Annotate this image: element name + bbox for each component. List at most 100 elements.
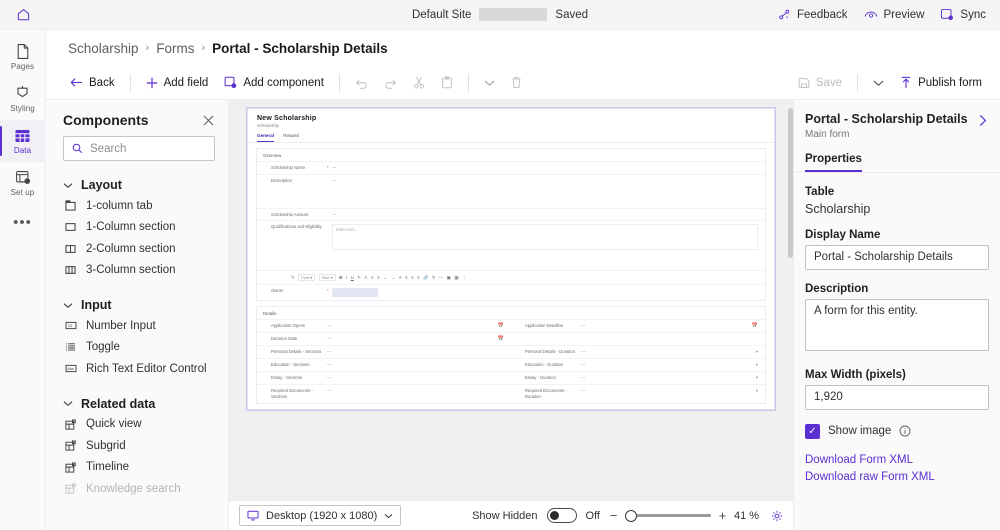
rte-bullet-list-icon[interactable]: ≡ (371, 275, 374, 280)
group-header-related-data[interactable]: Related data (46, 394, 228, 414)
group-header-layout[interactable]: Layout (46, 175, 228, 195)
form-field-required-documents-duration[interactable]: Required Documents - Duration --- ▾ (511, 388, 765, 399)
chevron-down-icon[interactable]: ▾ (756, 349, 758, 355)
component-1-column-tab[interactable]: 1-column tab (46, 195, 228, 217)
chevron-down-icon[interactable]: ▾ (756, 388, 758, 394)
form-field-row[interactable]: Description --- (257, 174, 765, 208)
sidebar-item-styling[interactable]: Styling (0, 78, 46, 120)
component-3-column-section[interactable]: 3-Column section (46, 260, 228, 282)
feedback-button[interactable]: Feedback (778, 8, 848, 21)
add-component-button[interactable]: Add component (216, 70, 332, 96)
rte-size-dropdown[interactable]: Size ▾ (319, 274, 336, 281)
form-field-scholarship-name[interactable]: Scholarship Name * --- (257, 165, 765, 171)
rich-text-area[interactable]: Enter text... (332, 224, 758, 250)
chevron-down-icon[interactable]: ▾ (756, 375, 758, 381)
rte-image-icon[interactable]: ▣ (447, 275, 451, 281)
rte-indent-icon[interactable]: → (391, 275, 395, 280)
component-1-column-section[interactable]: 1-Column section (46, 217, 228, 239)
form-field-personal-details-duration[interactable]: Personal Details - Duration --- ▾ (511, 349, 765, 355)
chevron-down-icon[interactable]: ▾ (756, 362, 758, 368)
form-field-essay-duration[interactable]: Essay - Duration --- ▾ (511, 375, 765, 381)
form-tab-related[interactable]: Related (283, 133, 299, 142)
save-menu-button[interactable] (865, 70, 892, 96)
calendar-icon[interactable]: 📅 (752, 323, 758, 329)
add-field-button[interactable]: Add field (138, 70, 217, 96)
rte-more-icon[interactable]: ⋮ (462, 275, 466, 281)
home-button[interactable] (0, 0, 46, 30)
zoom-slider[interactable] (625, 509, 711, 523)
max-width-input[interactable] (805, 385, 989, 410)
form-field-decision-date[interactable]: Decision Date --- 📅 (257, 336, 511, 342)
form-field-row[interactable]: Scholarship Name * --- (257, 161, 765, 174)
zoom-slider-thumb[interactable] (625, 510, 637, 522)
rte-link-icon[interactable]: 🔗 (423, 275, 428, 281)
device-size-select[interactable]: Desktop (1920 x 1080) (239, 505, 401, 526)
form-field-education-duration[interactable]: Education - Duration --- ▾ (511, 362, 765, 368)
zoom-in-button[interactable]: + (718, 509, 727, 522)
form-field-row[interactable]: Education - Sections --- Education - Dur… (257, 358, 765, 371)
fit-to-screen-icon[interactable] (771, 510, 783, 522)
component-number-input[interactable]: 12 Number Input (46, 315, 228, 337)
show-image-checkbox[interactable]: ✓ (805, 424, 820, 439)
component-rich-text-editor[interactable]: Abc Rich Text Editor Control (46, 358, 228, 380)
form-field-row[interactable]: Qualifications and Eligibility Enter tex… (257, 220, 765, 270)
component-2-column-section[interactable]: 2-Column section (46, 238, 228, 260)
form-canvas[interactable]: New Scholarship Scholarship General Rela… (229, 100, 793, 500)
sidebar-item-setup[interactable]: Set up (0, 162, 46, 204)
toolbar-overflow-button[interactable] (476, 70, 503, 96)
rte-justify-icon[interactable]: ≡ (417, 275, 420, 280)
form-field-application-deadline[interactable]: Application Deadline --- 📅 (511, 323, 765, 329)
back-button[interactable]: Back (62, 70, 123, 96)
rte-brush-icon[interactable]: ✎ (291, 275, 295, 281)
form-field-row[interactable]: Owner * (257, 284, 765, 300)
rte-horizontal-rule-icon[interactable]: — (439, 275, 443, 280)
form-field-row[interactable]: Scholarship Amount --- (257, 208, 765, 221)
owner-lookup-value[interactable] (332, 288, 378, 297)
form-field-scholarship-amount[interactable]: Scholarship Amount --- (257, 212, 765, 218)
component-subgrid[interactable]: Subgrid (46, 435, 228, 457)
calendar-icon[interactable]: 📅 (498, 323, 504, 329)
canvas-scrollbar[interactable] (788, 108, 793, 410)
chevron-right-icon[interactable] (978, 112, 988, 127)
group-header-input[interactable]: Input (46, 295, 228, 315)
component-timeline[interactable]: Timeline (46, 457, 228, 479)
search-input[interactable] (90, 143, 206, 155)
sync-button[interactable]: Sync (940, 8, 986, 21)
form-field-personal-details-sections[interactable]: Personal Details - Sections --- (257, 349, 511, 355)
rte-font-dropdown[interactable]: Font ▾ (298, 274, 315, 281)
form-field-qualifications[interactable]: Qualifications and Eligibility Enter tex… (257, 224, 765, 250)
close-icon[interactable] (203, 115, 214, 126)
component-quick-view[interactable]: Quick view (46, 414, 228, 436)
sidebar-more-button[interactable]: ••• (13, 204, 32, 240)
rte-align-center-icon[interactable]: ≡ (405, 275, 408, 280)
preview-button[interactable]: Preview (864, 8, 925, 21)
form-section-details[interactable]: Details Application Opens --- 📅 Applicat… (256, 306, 766, 403)
rte-font-color-icon[interactable]: A (364, 275, 367, 280)
component-toggle[interactable]: Toggle (46, 337, 228, 359)
rte-highlight-icon[interactable]: ✎ (357, 275, 361, 281)
form-field-row[interactable]: Decision Date --- 📅 (257, 332, 765, 345)
download-form-xml-link[interactable]: Download Form XML (794, 454, 1000, 466)
form-field-description[interactable]: Description --- (257, 178, 765, 184)
form-section-overview[interactable]: Overview Scholarship Name * --- (256, 148, 766, 301)
description-textarea[interactable] (805, 299, 989, 351)
rte-unlink-icon[interactable]: ⚲ (432, 275, 435, 281)
info-icon[interactable] (899, 425, 911, 437)
rte-align-right-icon[interactable]: ≡ (411, 275, 414, 280)
breadcrumb-item-scholarship[interactable]: Scholarship (68, 41, 139, 56)
breadcrumb-item-forms[interactable]: Forms (156, 41, 194, 56)
rte-bold-icon[interactable]: B (339, 275, 342, 280)
form-field-row[interactable]: Essay - Sections --- Essay - Duration --… (257, 371, 765, 384)
publish-form-button[interactable]: Publish form (892, 70, 990, 96)
download-raw-form-xml-link[interactable]: Download raw Form XML (794, 471, 1000, 483)
zoom-out-button[interactable]: − (609, 509, 618, 522)
form-field-education-sections[interactable]: Education - Sections --- (257, 362, 511, 368)
form-field-required-documents-sections[interactable]: Required Documents - Sections --- (257, 388, 511, 399)
form-field-row[interactable]: Required Documents - Sections --- Requir… (257, 384, 765, 402)
rte-italic-icon[interactable]: I (346, 275, 347, 280)
form-field-row[interactable]: Personal Details - Sections --- Personal… (257, 345, 765, 358)
show-hidden-toggle[interactable] (547, 508, 577, 523)
rte-table-icon[interactable]: ▦ (454, 275, 458, 281)
tab-properties[interactable]: Properties (805, 153, 862, 172)
form-field-owner[interactable]: Owner * (257, 288, 765, 297)
